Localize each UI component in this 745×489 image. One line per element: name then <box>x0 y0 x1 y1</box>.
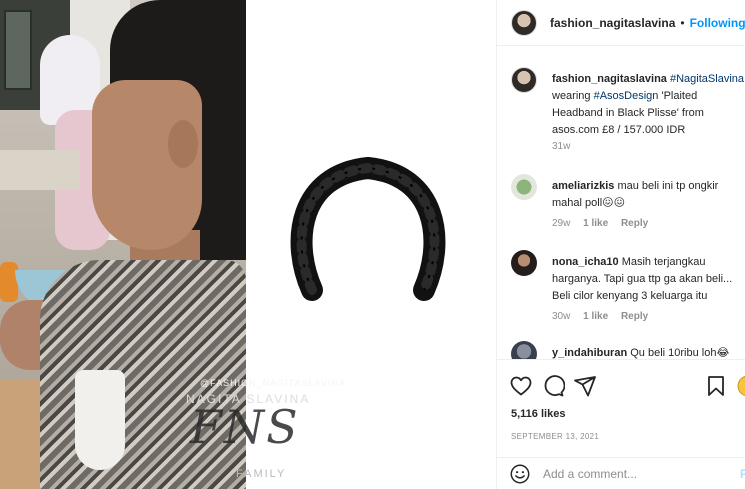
comment-meta: 29w 1 like Reply <box>552 218 658 229</box>
watermark-family: FAMILY <box>236 468 287 480</box>
comment-body: Qu beli 10ribu loh😂 <box>630 347 730 359</box>
post-date: SEPTEMBER 13, 2021 <box>511 432 600 441</box>
post-media[interactable]: @FASHION_NAGITASLAVINA NAGITA SLAVINA FN… <box>0 0 496 489</box>
caption-text: fashion_nagitaslavina #NagitaSlavina wea… <box>552 71 745 139</box>
comment-text: ameliarizkis mau beli ini tp ongkir maha… <box>552 178 745 212</box>
following-button[interactable]: Following <box>690 16 745 30</box>
emoji-reaction-icon[interactable] <box>736 374 745 398</box>
post-actions: 5,116 likes SEPTEMBER 13, 2021 Add a com… <box>497 359 745 489</box>
comment-input[interactable]: Add a comment... <box>543 467 637 481</box>
likes-count[interactable]: 5,116 likes <box>511 408 565 420</box>
watermark: @FASHION_NAGITASLAVINA NAGITA SLAVINA FN… <box>186 378 345 489</box>
comment-time: 30w <box>552 311 571 322</box>
watermark-handle: @FASHION_NAGITASLAVINA <box>200 378 346 388</box>
comments-list[interactable]: fashion_nagitaslavina #NagitaSlavina wea… <box>497 47 745 359</box>
emoji-icon[interactable] <box>509 463 531 485</box>
comment-text: nona_icha10 Masih terjangkau harganya. T… <box>552 254 745 305</box>
comment-username[interactable]: ameliarizkis <box>552 180 614 192</box>
reply-button[interactable]: Reply <box>621 311 648 322</box>
post-button[interactable]: P <box>740 467 745 481</box>
action-icons <box>509 374 745 398</box>
caption-text-1: wearing <box>552 90 591 102</box>
heart-icon[interactable] <box>509 374 533 398</box>
post-header: fashion_nagitaslavina • Following <box>497 0 745 46</box>
headband-image <box>290 156 446 301</box>
avatar[interactable] <box>511 9 537 36</box>
comment-username[interactable]: nona_icha10 <box>552 256 619 268</box>
header-separator: • <box>680 15 685 30</box>
reply-button[interactable]: Reply <box>621 218 648 229</box>
watermark-logo: FNS <box>190 400 300 454</box>
share-icon[interactable] <box>573 374 597 398</box>
caption-time: 31w <box>552 141 571 152</box>
avatar[interactable] <box>511 250 537 276</box>
header-username[interactable]: fashion_nagitaslavina <box>550 16 675 30</box>
comment-text: y_indahiburan Qu beli 10ribu loh😂 <box>552 345 745 359</box>
comment-likes[interactable]: 1 like <box>583 218 608 229</box>
hashtag-link[interactable]: #AsosDesign <box>594 90 659 102</box>
comment-icon[interactable] <box>541 374 565 398</box>
comment-time: 29w <box>552 218 571 229</box>
avatar[interactable] <box>511 174 537 200</box>
bookmark-icon[interactable] <box>704 374 728 398</box>
caption-username[interactable]: fashion_nagitaslavina <box>552 73 667 85</box>
comment-meta: 30w 1 like Reply <box>552 311 658 322</box>
mention-link[interactable]: #NagitaSlavina <box>670 73 744 85</box>
post-sidebar: fashion_nagitaslavina • Following fashio… <box>496 0 745 489</box>
avatar[interactable] <box>511 341 537 359</box>
avatar[interactable] <box>511 67 537 93</box>
comment-form: Add a comment... P <box>497 457 745 489</box>
comment-likes[interactable]: 1 like <box>583 311 608 322</box>
comment-username[interactable]: y_indahiburan <box>552 347 627 359</box>
caption-meta: 31w <box>552 141 580 152</box>
